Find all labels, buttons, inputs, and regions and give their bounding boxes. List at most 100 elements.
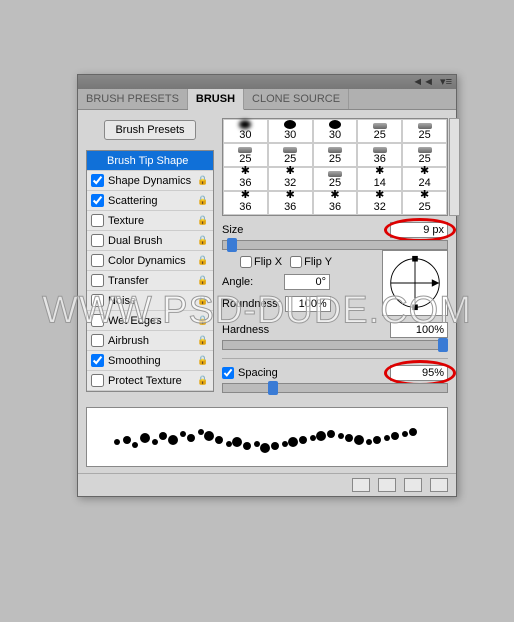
hardness-slider[interactable] <box>222 340 448 350</box>
trash-icon[interactable] <box>430 478 448 492</box>
option-color-dynamics[interactable]: Color Dynamics🔒 <box>87 251 213 271</box>
preset-thumb-icon: ✱ <box>375 190 384 201</box>
brush-preset[interactable]: ✱25 <box>402 191 447 215</box>
option-noise[interactable]: Noise🔒 <box>87 291 213 311</box>
brush-preset[interactable]: ✱36 <box>313 191 358 215</box>
option-checkbox[interactable] <box>91 294 104 307</box>
spacing-checkbox[interactable] <box>222 367 234 379</box>
option-checkbox[interactable] <box>91 174 104 187</box>
lock-icon[interactable]: 🔒 <box>197 235 209 247</box>
options-list: Brush Tip ShapeShape Dynamics🔒Scattering… <box>86 150 214 392</box>
lock-icon[interactable]: 🔒 <box>197 275 209 287</box>
roundness-label: Roundness: <box>222 298 281 310</box>
brush-preset[interactable]: 30 <box>313 119 358 143</box>
option-checkbox[interactable] <box>91 194 104 207</box>
preset-size-label: 25 <box>418 201 430 213</box>
preset-thumb-icon: ✱ <box>420 166 429 177</box>
brush-preset[interactable]: ✱32 <box>268 167 313 191</box>
angle-roundness-control[interactable] <box>382 250 448 316</box>
lock-icon[interactable]: 🔒 <box>197 215 209 227</box>
size-slider[interactable] <box>222 240 448 250</box>
brush-preset[interactable]: ✱36 <box>223 167 268 191</box>
preset-thumb-icon: ✱ <box>420 190 429 201</box>
brush-preset[interactable]: 25 <box>313 167 358 191</box>
option-dual-brush[interactable]: Dual Brush🔒 <box>87 231 213 251</box>
brush-preset[interactable]: ✱36 <box>223 191 268 215</box>
spacing-input[interactable]: 95% <box>390 365 448 381</box>
preset-size-label: 25 <box>418 129 430 141</box>
save-brush-icon[interactable] <box>404 478 422 492</box>
option-checkbox[interactable] <box>91 354 104 367</box>
brush-preset[interactable]: 25 <box>313 143 358 167</box>
lock-icon[interactable]: 🔒 <box>197 175 209 187</box>
flipx-checkbox[interactable] <box>240 256 252 268</box>
toggle-preview-icon[interactable] <box>352 478 370 492</box>
brush-preview <box>86 407 448 467</box>
preset-scrollbar[interactable] <box>449 118 460 216</box>
brush-preset[interactable]: ✱14 <box>357 167 402 191</box>
option-transfer[interactable]: Transfer 🔒 <box>87 271 213 291</box>
option-shape-dynamics[interactable]: Shape Dynamics🔒 <box>87 171 213 191</box>
preset-thumb-icon: ✱ <box>241 166 250 177</box>
menu-icon[interactable]: ▾≡ <box>440 77 452 87</box>
preset-size-label: 25 <box>374 129 386 141</box>
preset-size-label: 25 <box>239 153 251 165</box>
option-texture[interactable]: Texture🔒 <box>87 211 213 231</box>
option-checkbox[interactable] <box>91 334 104 347</box>
tab-brush[interactable]: BRUSH <box>188 89 244 110</box>
preset-thumb-icon: ✱ <box>375 166 384 177</box>
brush-preset[interactable]: 25 <box>402 143 447 167</box>
brush-preset[interactable]: 30 <box>268 119 313 143</box>
option-checkbox[interactable] <box>91 254 104 267</box>
option-scattering[interactable]: Scattering🔒 <box>87 191 213 211</box>
collapse-icon[interactable]: ◄◄ <box>412 77 434 87</box>
option-label: Smoothing <box>108 355 161 367</box>
option-label: Transfer <box>108 275 149 287</box>
new-brush-icon[interactable] <box>378 478 396 492</box>
option-airbrush[interactable]: Airbrush🔒 <box>87 331 213 351</box>
lock-icon[interactable]: 🔒 <box>197 295 209 307</box>
brush-preset[interactable]: ✱24 <box>402 167 447 191</box>
flipx-label: Flip X <box>254 256 282 268</box>
brush-preset[interactable]: 36 <box>357 143 402 167</box>
tab-brush-presets[interactable]: BRUSH PRESETS <box>78 89 188 109</box>
option-checkbox[interactable] <box>91 374 104 387</box>
option-protect-texture[interactable]: Protect Texture🔒 <box>87 371 213 391</box>
roundness-input[interactable]: 100% <box>285 296 331 312</box>
lock-icon[interactable]: 🔒 <box>197 375 209 387</box>
brush-presets-button[interactable]: Brush Presets <box>104 120 195 140</box>
preset-size-label: 25 <box>418 153 430 165</box>
brush-preset[interactable]: ✱36 <box>268 191 313 215</box>
flipy-checkbox[interactable] <box>290 256 302 268</box>
lock-icon[interactable]: 🔒 <box>197 335 209 347</box>
preset-size-label: 36 <box>239 177 251 189</box>
preset-size-label: 36 <box>239 201 251 213</box>
spacing-slider[interactable] <box>222 383 448 393</box>
option-checkbox[interactable] <box>91 274 104 287</box>
lock-icon[interactable]: 🔒 <box>197 255 209 267</box>
brush-preset[interactable]: ✱32 <box>357 191 402 215</box>
option-checkbox[interactable] <box>91 314 104 327</box>
brush-preset[interactable]: 25 <box>357 119 402 143</box>
brush-preset[interactable]: 25 <box>223 143 268 167</box>
size-label: Size <box>222 224 280 236</box>
tab-clone-source[interactable]: CLONE SOURCE <box>244 89 349 109</box>
brush-preset[interactable]: 25 <box>268 143 313 167</box>
lock-icon[interactable]: 🔒 <box>197 315 209 327</box>
size-input[interactable]: 9 px <box>390 222 448 238</box>
lock-icon[interactable]: 🔒 <box>197 195 209 207</box>
brush-preset-grid[interactable]: 30303025252525253625✱36✱3225✱14✱24✱36✱36… <box>222 118 448 216</box>
divider <box>222 358 448 359</box>
lock-icon[interactable]: 🔒 <box>197 355 209 367</box>
brush-preset[interactable]: 30 <box>223 119 268 143</box>
brush-preset[interactable]: 25 <box>402 119 447 143</box>
preset-size-label: 32 <box>374 201 386 213</box>
hardness-input[interactable]: 100% <box>390 322 448 338</box>
option-wet-edges[interactable]: Wet Edges🔒 <box>87 311 213 331</box>
option-checkbox[interactable] <box>91 234 104 247</box>
option-smoothing[interactable]: Smoothing 🔒 <box>87 351 213 371</box>
titlebar: ◄◄ ▾≡ <box>78 75 456 89</box>
angle-input[interactable]: 0° <box>284 274 330 290</box>
option-brush-tip-shape[interactable]: Brush Tip Shape <box>87 151 213 171</box>
option-checkbox[interactable] <box>91 214 104 227</box>
